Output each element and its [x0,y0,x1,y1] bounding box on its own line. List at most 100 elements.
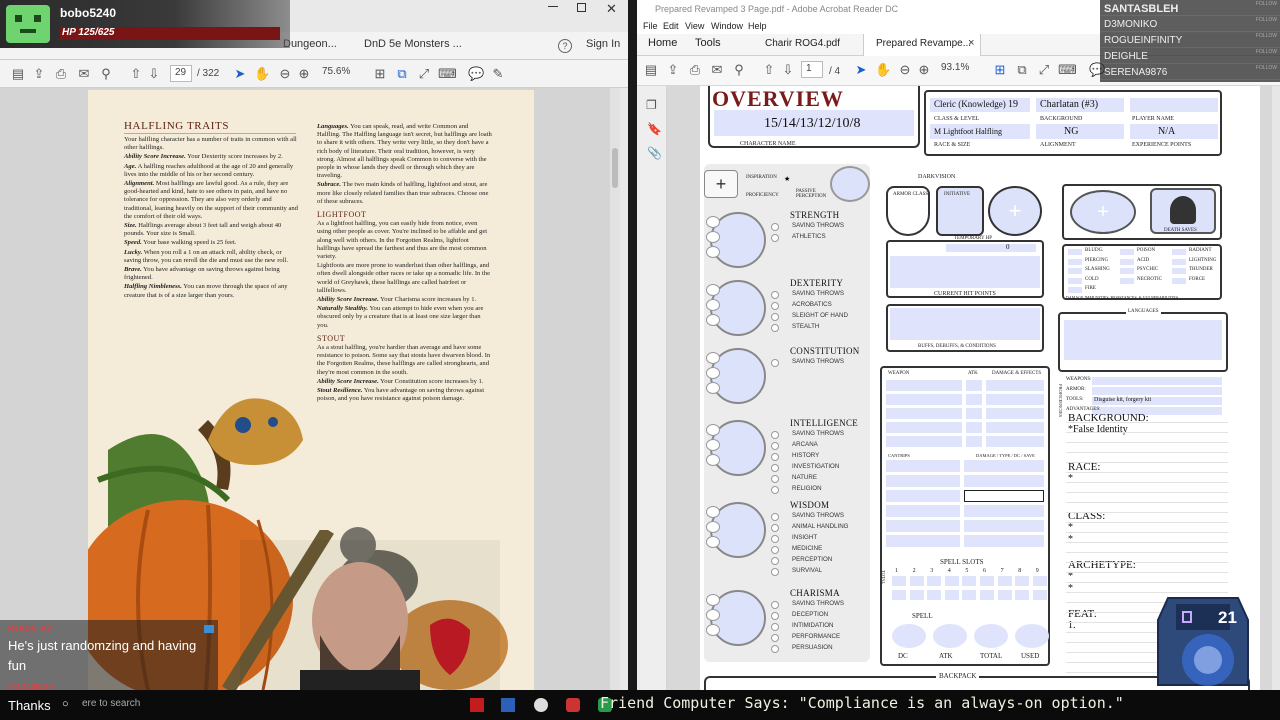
skill-proficiency-dot[interactable] [771,634,779,642]
damage-checkbox[interactable] [1120,258,1134,265]
spell-slot-used[interactable] [1032,590,1047,600]
attachment-icon[interactable]: 📎 [647,146,662,160]
browser-taskbar-icon[interactable] [534,698,548,712]
tab-monsters[interactable]: DnD 5e Monsters ... [364,38,462,50]
damage-checkbox[interactable] [1120,277,1134,284]
tab-tools[interactable]: Tools [695,37,721,49]
tab-home[interactable]: Home [648,37,677,49]
skill-proficiency-dot[interactable] [771,557,779,565]
modifier-bubble[interactable] [706,521,720,533]
menu-edit[interactable]: Edit [663,21,679,31]
spell-slot-total[interactable] [980,576,994,586]
weapon-name-field[interactable] [886,394,962,405]
keyboard-icon[interactable]: ⌨ [1058,62,1077,78]
search-icon[interactable]: ⚲ [731,62,747,78]
minimize-icon[interactable] [548,6,558,7]
damage-checkbox[interactable] [1068,258,1082,265]
modifier-bubble[interactable] [706,624,720,636]
skill-proficiency-dot[interactable] [771,568,779,576]
modifier-bubble[interactable] [706,382,720,394]
skill-proficiency-dot[interactable] [771,464,779,472]
mail-icon[interactable]: ✉ [709,62,725,78]
upload-icon[interactable]: ⇪ [31,66,47,82]
spell-slot-used[interactable] [1015,590,1030,600]
spell-slot-total[interactable] [997,576,1012,586]
damage-checkbox[interactable] [1120,249,1134,255]
vertical-scrollbar[interactable] [610,88,620,690]
weapon-atk-field[interactable] [966,436,982,447]
cantrip-damage-field[interactable] [964,490,1044,502]
fullscreen-icon[interactable]: ⤢ [416,66,432,82]
zoom-out-icon[interactable]: ⊖ [897,62,913,78]
skill-proficiency-dot[interactable] [771,453,779,461]
tab-close-icon[interactable]: × [968,37,974,49]
page-down-icon[interactable]: ⇩ [146,66,162,82]
skill-proficiency-dot[interactable] [771,313,779,321]
damage-checkbox[interactable] [1068,277,1082,284]
skill-proficiency-dot[interactable] [771,524,779,532]
exhaustion-icon[interactable]: + [1070,190,1136,234]
weapon-name-field[interactable] [886,380,962,391]
comment-icon[interactable]: 💬 [468,66,484,82]
skill-proficiency-dot[interactable] [771,623,779,631]
word-taskbar-icon[interactable] [501,698,515,712]
pointer-icon[interactable]: ➤ [853,62,869,78]
spell-slot-used[interactable] [980,590,994,600]
modifier-bubble[interactable] [706,216,720,228]
pages-icon[interactable]: ❐ [646,98,657,112]
weapon-damage-field[interactable] [986,436,1044,447]
modifier-bubble[interactable] [706,506,720,518]
skill-proficiency-dot[interactable] [771,486,779,494]
modifier-bubble[interactable] [706,536,720,548]
fit-page-icon[interactable]: ⊞ [372,66,388,82]
cantrip-damage-field[interactable] [964,535,1044,547]
page-up-icon[interactable]: ⇧ [128,66,144,82]
modifier-bubble[interactable] [706,439,720,451]
page-up-icon[interactable]: ⇧ [761,62,777,78]
save-icon[interactable]: ▤ [10,66,26,82]
spell-slot-total[interactable] [1015,576,1030,586]
fullscreen-icon[interactable]: ⤢ [1036,62,1052,78]
cantrip-damage-field[interactable] [964,505,1044,517]
mail-icon[interactable]: ✉ [76,66,92,82]
spell-slot-used[interactable] [892,590,906,600]
spell-slot-total[interactable] [1032,576,1047,586]
damage-checkbox[interactable] [1172,258,1186,265]
vertical-scrollbar[interactable] [1272,86,1280,690]
modifier-bubble[interactable] [706,454,720,466]
skill-proficiency-dot[interactable] [771,324,779,332]
skill-proficiency-dot[interactable] [771,535,779,543]
cantrip-name-field[interactable] [886,475,960,487]
search-icon[interactable]: ○ [62,698,69,710]
bookmark-icon[interactable]: 🔖 [647,122,662,136]
maximize-icon[interactable] [577,3,586,12]
zoom-select[interactable]: 75.6% [318,65,362,82]
page-number-input[interactable]: 29 [170,65,192,82]
modifier-bubble[interactable] [706,246,720,258]
damage-checkbox[interactable] [1172,277,1186,284]
current-hp-field[interactable] [890,256,1040,288]
modifier-bubble[interactable] [706,231,720,243]
modifier-bubble[interactable] [706,352,720,364]
acrobat-taskbar-icon[interactable] [470,698,484,712]
spell-slot-used[interactable] [962,590,977,600]
spell-slot-used[interactable] [909,590,924,600]
modifier-bubble[interactable] [706,609,720,621]
weapon-atk-field[interactable] [966,408,982,419]
hand-icon[interactable]: ✋ [254,66,270,82]
skill-proficiency-dot[interactable] [771,359,779,367]
hit-dice-plus[interactable]: + [988,186,1042,236]
cantrip-name-field[interactable] [886,460,960,472]
inspiration-box[interactable]: + [704,170,738,198]
search-icon[interactable]: ⚲ [98,66,114,82]
spell-slot-total[interactable] [944,576,959,586]
zoom-select[interactable]: 93.1% [937,61,977,78]
save-icon[interactable]: ▤ [643,62,659,78]
tab-dungeon[interactable]: Dungeon... [283,38,337,50]
weapon-name-field[interactable] [886,422,962,433]
app-taskbar-icon[interactable] [566,698,580,712]
proficiency-field[interactable] [1092,377,1222,385]
spell-slot-total[interactable] [909,576,924,586]
keyboard-icon[interactable]: ⌨ [438,66,457,82]
skill-proficiency-dot[interactable] [771,546,779,554]
